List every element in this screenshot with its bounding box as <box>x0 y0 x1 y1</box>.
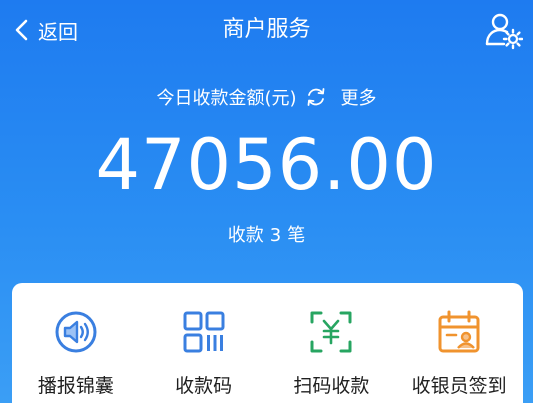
merchant-service-screen: 返回 商户服务 今日收款金额(元) 更多 47056.00 收款 3 笔 播报锦… <box>0 0 533 403</box>
today-amount-label: 今日收款金额(元) <box>156 88 297 109</box>
service-label: 播报锦囊 <box>37 375 114 397</box>
service-label: 收银员签到 <box>411 375 507 397</box>
service-payment-code[interactable]: 收款码 <box>140 283 268 403</box>
service-label: 扫码收款 <box>293 375 370 397</box>
transaction-count: 收款 3 笔 <box>0 222 533 250</box>
more-link[interactable]: 更多 <box>341 84 377 110</box>
refresh-icon[interactable] <box>305 86 327 108</box>
scan-yuan-icon <box>310 311 352 353</box>
services-card: 播报锦囊 收款码 扫码收款 收银员签到 <box>12 283 523 403</box>
today-amount-value: 47056.00 <box>95 124 438 206</box>
count-prefix: 收款 <box>227 225 264 246</box>
user-gear-icon <box>485 13 524 50</box>
count-value: 3 <box>269 225 282 246</box>
summary-row: 今日收款金额(元) 更多 <box>0 82 533 112</box>
count-suffix: 笔 <box>287 225 306 246</box>
user-settings-button[interactable] <box>483 10 524 50</box>
service-label: 收款码 <box>175 375 233 397</box>
calendar-user-icon <box>438 310 480 353</box>
speaker-icon <box>55 311 97 353</box>
qr-code-icon <box>183 311 225 353</box>
nav-bar: 返回 商户服务 <box>0 0 533 62</box>
service-broadcast-tips[interactable]: 播报锦囊 <box>12 283 140 403</box>
service-cashier-checkin[interactable]: 收银员签到 <box>395 283 523 403</box>
service-scan-collect[interactable]: 扫码收款 <box>268 283 396 403</box>
page-title: 商户服务 <box>222 17 311 42</box>
